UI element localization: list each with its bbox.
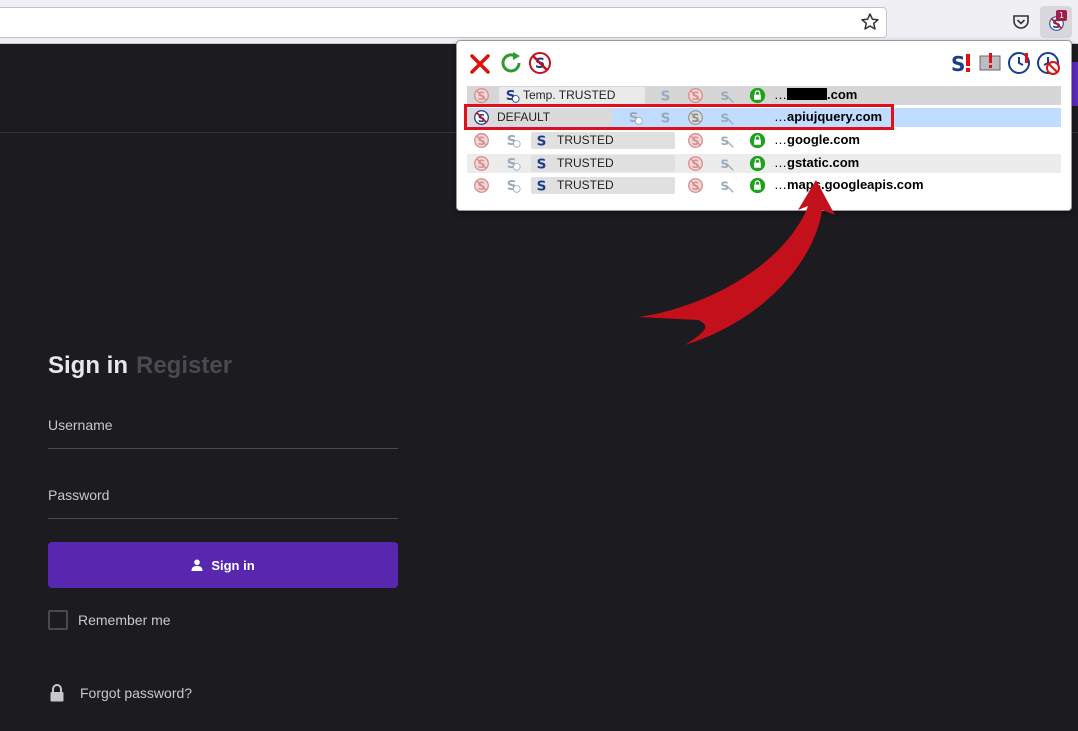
site-row[interactable]: S S Temp. TRUSTED S S S ….com	[467, 86, 1061, 105]
temp-trusted-icon: S	[506, 88, 520, 104]
svg-text:S: S	[537, 179, 547, 194]
svg-text:S: S	[721, 134, 730, 148]
remember-label: Remember me	[78, 612, 171, 628]
trusted-icon: S	[537, 179, 547, 194]
browser-toolbar: S 1	[0, 0, 1078, 44]
custom-icon[interactable]: S	[718, 87, 735, 104]
trust-level-label: TRUSTED	[557, 178, 614, 192]
highlight-box	[464, 104, 894, 130]
trust-level-selected[interactable]: S TRUSTED	[531, 132, 675, 149]
address-bar[interactable]	[0, 7, 887, 38]
temp-trusted-icon[interactable]: S	[504, 155, 521, 172]
side-accent	[1072, 62, 1078, 106]
pocket-icon[interactable]	[1011, 12, 1031, 32]
disable-restrictions-icon[interactable]: S	[528, 51, 552, 75]
username-field[interactable]	[48, 448, 398, 449]
redacted-block	[787, 88, 827, 100]
untrusted-icon[interactable]: S	[473, 87, 490, 104]
noscript-options-icon[interactable]: S	[950, 51, 974, 75]
untrusted-icon[interactable]: S	[473, 177, 490, 194]
permissions-warning-icon[interactable]	[978, 51, 1002, 75]
reload-icon[interactable]	[499, 51, 523, 75]
signin-button[interactable]: Sign in	[48, 542, 398, 588]
trust-level-label: Temp. TRUSTED	[523, 88, 616, 102]
svg-text:S: S	[661, 89, 671, 104]
trusted-icon[interactable]: S	[657, 87, 674, 104]
site-row[interactable]: S S S TRUSTED S S …google.com	[467, 131, 1061, 150]
custom-icon[interactable]: S	[718, 132, 735, 149]
https-lock-icon[interactable]	[749, 132, 766, 149]
trusted-icon: S	[537, 157, 547, 172]
remember-checkbox[interactable]	[48, 610, 68, 630]
temp-trusted-icon[interactable]: S	[504, 132, 521, 149]
untrusted-icon[interactable]: S	[687, 87, 704, 104]
untrusted-icon[interactable]: S	[473, 155, 490, 172]
signin-button-label: Sign in	[211, 557, 255, 573]
https-lock-icon[interactable]	[749, 87, 766, 104]
star-icon[interactable]	[860, 12, 880, 32]
tab-register[interactable]: Register	[136, 352, 232, 379]
svg-text:S: S	[951, 52, 965, 75]
site-domain: …google.com	[774, 132, 860, 147]
trust-level-label: TRUSTED	[557, 133, 614, 147]
extension-badge: 1	[1056, 10, 1067, 21]
site-domain: … .com	[774, 87, 858, 102]
svg-text:S: S	[721, 89, 730, 103]
forgot-password-link[interactable]: Forgot password?	[80, 685, 192, 701]
annotation-arrow	[638, 180, 835, 345]
temp-trusted-icon[interactable]: S	[504, 177, 521, 194]
untrusted-icon[interactable]: S	[687, 132, 704, 149]
trust-level-label: TRUSTED	[557, 156, 614, 170]
username-label: Username	[48, 417, 113, 433]
noscript-extension-button[interactable]: S 1	[1040, 6, 1072, 38]
untrusted-icon[interactable]: S	[473, 132, 490, 149]
password-field[interactable]	[48, 518, 398, 519]
svg-text:S: S	[537, 157, 547, 172]
trust-level-selected[interactable]: S Temp. TRUSTED	[499, 87, 645, 104]
user-icon	[191, 559, 203, 571]
close-icon[interactable]	[469, 53, 491, 75]
lock-icon	[50, 684, 64, 702]
trusted-icon: S	[537, 134, 547, 149]
revoke-temp-icon[interactable]	[1036, 51, 1060, 75]
tab-signin[interactable]: Sign in	[48, 352, 128, 379]
svg-text:S: S	[537, 134, 547, 149]
temp-trust-clock-icon[interactable]	[1007, 51, 1031, 75]
auth-tabs: Sign in Register	[48, 352, 232, 380]
password-label: Password	[48, 487, 110, 503]
